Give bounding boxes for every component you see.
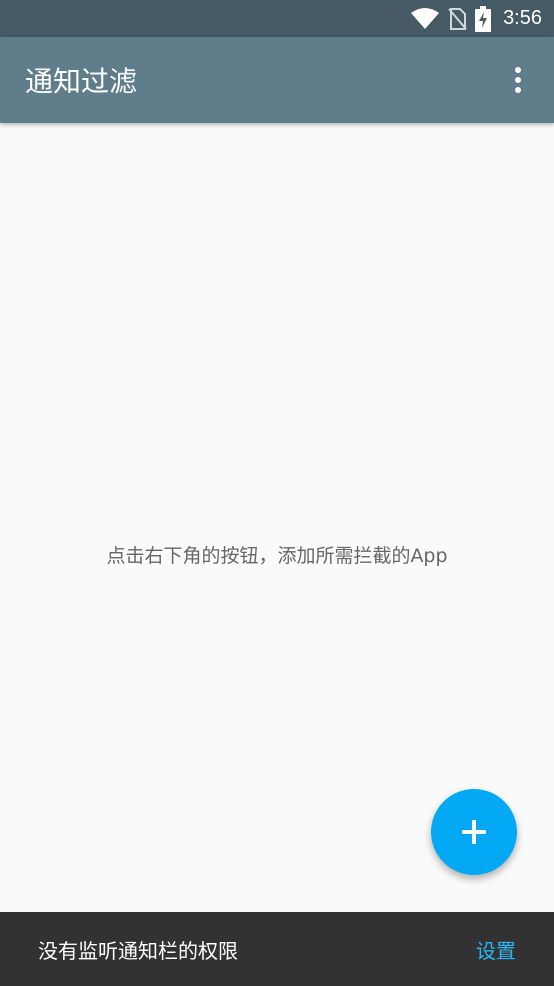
status-bar: 3:56 <box>0 0 554 37</box>
page-title: 通知过滤 <box>25 65 138 98</box>
screen: 3:56 通知过滤 点击右下角的按钮，添加所需拦截的App 没有监听通知栏的权限… <box>0 0 554 986</box>
add-icon <box>462 820 486 844</box>
more-vert-icon <box>515 67 521 93</box>
status-time: 3:56 <box>503 7 542 29</box>
snackbar-message: 没有监听通知栏的权限 <box>38 938 238 963</box>
snackbar: 没有监听通知栏的权限 设置 <box>0 912 554 986</box>
toolbar: 通知过滤 <box>0 37 554 123</box>
add-app-button[interactable] <box>431 789 517 875</box>
wifi-icon <box>411 0 440 37</box>
no-sim-icon <box>447 0 467 37</box>
overflow-menu-button[interactable] <box>498 56 538 104</box>
battery-charging-icon <box>475 0 492 37</box>
empty-hint: 点击右下角的按钮，添加所需拦截的App <box>106 545 448 567</box>
settings-action-button[interactable]: 设置 <box>476 935 516 964</box>
